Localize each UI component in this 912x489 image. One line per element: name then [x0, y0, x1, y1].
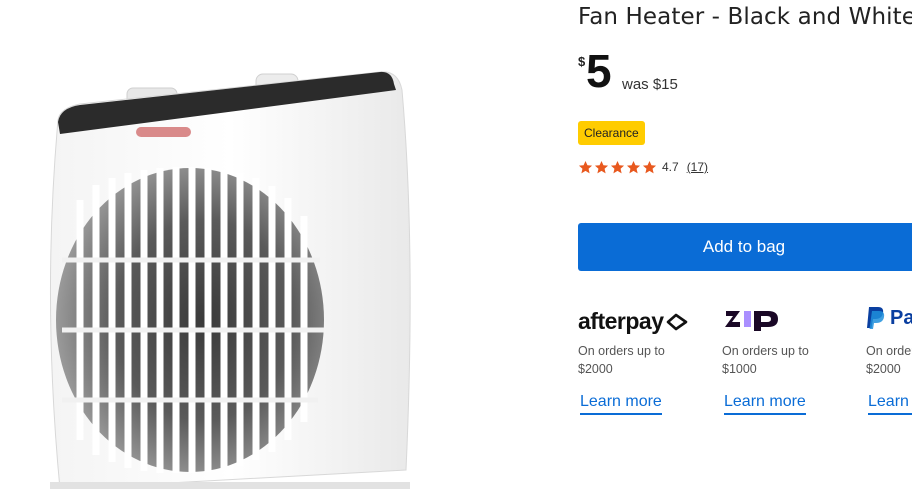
star-icon	[626, 160, 641, 173]
afterpay-desc-line2: $2000	[578, 362, 613, 376]
add-to-bag-label: Add to bag	[702, 237, 786, 256]
zip-logo: zip	[724, 307, 780, 338]
afterpay-logo-text: afterpay	[578, 308, 664, 334]
add-to-bag-button[interactable]: Add to bag	[578, 223, 912, 271]
review-count-link[interactable]: (17)	[687, 160, 708, 174]
afterpay-description: On orders up to $2000	[578, 342, 665, 378]
fan-heater-illustration	[49, 71, 411, 489]
afterpay-arrows-icon	[667, 313, 688, 331]
payment-option-paypal: PayPal On orders up to $2000 Learn more	[866, 300, 912, 430]
zip-description: On orders up to $1000	[722, 342, 809, 378]
paypal-logo-text: PayPal	[890, 306, 912, 329]
paypal-learn-more-link[interactable]: Learn more	[868, 393, 912, 415]
star-icon	[642, 160, 657, 173]
zip-learn-more-link[interactable]: Learn more	[724, 393, 806, 415]
rating-value: 4.7	[662, 160, 679, 174]
zip-desc-line1: On orders up to	[722, 344, 809, 358]
paypal-p-icon	[867, 307, 885, 329]
star-icon	[610, 160, 625, 173]
afterpay-learn-more-link[interactable]: Learn more	[580, 393, 662, 415]
was-price: was $15	[622, 76, 678, 93]
paypal-desc-line2: $2000	[866, 362, 901, 376]
paypal-logo: PayPal	[866, 306, 912, 330]
product-image[interactable]	[0, 0, 560, 489]
product-title: Fan Heater - Black and White	[578, 4, 912, 30]
star-icon	[578, 160, 593, 173]
afterpay-desc-line1: On orders up to	[578, 344, 665, 358]
zip-desc-line2: $1000	[722, 362, 757, 376]
star-rating	[578, 160, 658, 175]
star-icon	[594, 160, 609, 173]
zip-logo-icon	[725, 311, 778, 331]
price-currency: $	[578, 54, 586, 69]
clearance-badge: Clearance	[578, 121, 645, 145]
current-price: 5	[586, 45, 612, 97]
paypal-description: On orders up to $2000	[866, 342, 912, 378]
afterpay-logo: afterpay	[578, 308, 690, 335]
rating: 4.7 (17)	[578, 158, 708, 176]
paypal-desc-line1: On orders up to	[866, 344, 912, 358]
